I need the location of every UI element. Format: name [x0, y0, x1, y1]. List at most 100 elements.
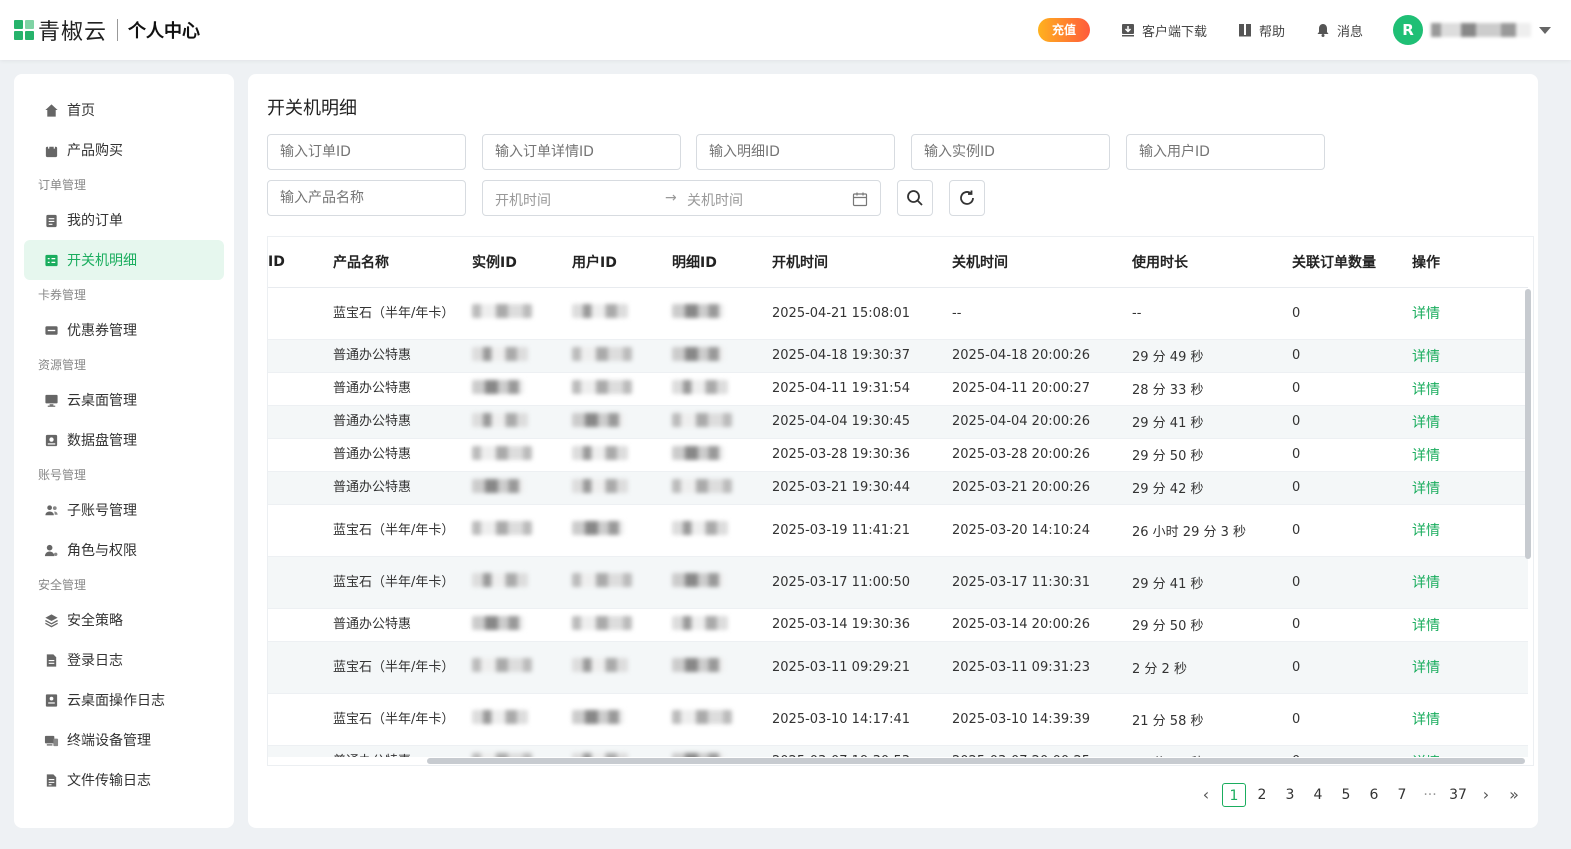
product-name-cell: 蓝宝石（半年/年卡） [333, 504, 472, 557]
sidebar-item-label: 我的订单 [67, 213, 123, 229]
detail-link[interactable]: 详情 [1412, 575, 1440, 591]
detail-link[interactable]: 详情 [1412, 448, 1440, 464]
duration-cell: 21 分 58 秒 [1132, 693, 1292, 746]
users-icon [45, 504, 58, 515]
sidebar-item-home[interactable]: 首页 [24, 90, 224, 130]
prev-page-icon[interactable]: ‹ [1192, 783, 1220, 807]
orders-count-cell: 0 [1292, 693, 1412, 746]
page-6[interactable]: 6 [1360, 783, 1388, 807]
detail-link[interactable]: 详情 [1412, 306, 1440, 322]
sidebar-item-devices[interactable]: 终端设备管理 [24, 720, 224, 760]
logo[interactable]: 青椒云 个人中心 [14, 16, 200, 45]
page-1[interactable]: 1 [1222, 783, 1246, 807]
download-client-link[interactable]: 客户端下载 [1120, 21, 1207, 40]
sidebar-item-file-log[interactable]: 文件传输日志 [24, 760, 224, 800]
recharge-button[interactable]: 充值 [1037, 18, 1090, 42]
product-name-cell: 普通办公特惠 [333, 471, 472, 505]
duration-cell: 29 分 41 秒 [1132, 405, 1292, 439]
horizontal-scrollbar[interactable] [427, 758, 1525, 764]
detail-id-redacted [672, 615, 728, 630]
detail-link[interactable]: 详情 [1412, 481, 1440, 497]
page-3[interactable]: 3 [1276, 783, 1304, 807]
date-range-picker[interactable]: 开机时间 → 关机时间 [482, 180, 881, 216]
sidebar-item-login-log[interactable]: 登录日志 [24, 640, 224, 680]
top-bar: 青椒云 个人中心 充值 客户端下载 帮助 消息 R [0, 0, 1571, 60]
detail-link[interactable]: 详情 [1412, 382, 1440, 398]
page-5[interactable]: 5 [1332, 783, 1360, 807]
logo-divider [117, 19, 119, 41]
monitor-icon [45, 394, 58, 407]
order-detail-id-input[interactable] [482, 134, 681, 170]
instance-id-redacted [472, 304, 532, 318]
start-time-cell: 2025-03-17 11:00:50 [772, 556, 952, 609]
username-redacted[interactable] [1431, 23, 1531, 37]
detail-link[interactable]: 详情 [1412, 660, 1440, 676]
col-detail: 明细ID [672, 237, 772, 288]
book-icon [1238, 24, 1251, 37]
sidebar-item-coupons[interactable]: 优惠券管理 [24, 310, 224, 350]
sidebar-item-policy[interactable]: 安全策略 [24, 600, 224, 640]
orders-count-cell: 0 [1292, 641, 1412, 694]
instance-id-redacted [472, 412, 528, 427]
vertical-scrollbar[interactable] [1525, 289, 1531, 559]
start-time-placeholder[interactable]: 开机时间 [495, 190, 551, 210]
sidebar-item-desktop[interactable]: 云桌面管理 [24, 380, 224, 420]
detail-link[interactable]: 详情 [1412, 415, 1440, 431]
end-time-cell: 2025-03-14 20:00:26 [952, 608, 1132, 642]
sidebar-item-power-detail[interactable]: 开关机明细 [24, 240, 224, 280]
sidebar-group-security: 安全管理 [38, 578, 87, 592]
detail-id-redacted [672, 573, 724, 587]
download-icon [1121, 24, 1134, 37]
instance-id-redacted [472, 445, 532, 460]
avatar[interactable]: R [1393, 15, 1423, 45]
detail-link[interactable]: 详情 [1412, 523, 1440, 539]
search-button[interactable] [897, 180, 933, 216]
detail-link[interactable]: 详情 [1412, 349, 1440, 365]
reset-button[interactable] [949, 180, 985, 216]
calendar-icon[interactable] [852, 191, 868, 207]
table-row: 普通办公特惠 2025-04-18 19:30:37 2025-04-18 20… [268, 339, 1528, 373]
last-page-icon[interactable]: » [1500, 783, 1528, 807]
table-row: 普通办公特惠 2025-03-21 19:30:44 2025-03-21 20… [268, 471, 1528, 505]
page-last[interactable]: 37 [1444, 783, 1472, 807]
user-id-redacted [572, 710, 624, 724]
detail-id-input[interactable] [696, 134, 895, 170]
duration-cell: 26 小时 29 分 3 秒 [1132, 504, 1292, 557]
orders-count-cell: 0 [1292, 556, 1412, 609]
user-id-input[interactable] [1126, 134, 1325, 170]
help-link[interactable]: 帮助 [1237, 21, 1285, 40]
sidebar-item-op-log[interactable]: 云桌面操作日志 [24, 680, 224, 720]
page-4[interactable]: 4 [1304, 783, 1332, 807]
table-row: 蓝宝石（半年/年卡） 2025-04-21 15:08:01 -- -- 0 详… [268, 287, 1528, 340]
page-7[interactable]: 7 [1388, 783, 1416, 807]
sidebar-item-roles[interactable]: 角色与权限 [24, 530, 224, 570]
sidebar-item-subaccounts[interactable]: 子账号管理 [24, 490, 224, 530]
order-id-input[interactable] [267, 134, 466, 170]
product-name-cell: 普通办公特惠 [333, 608, 472, 642]
sidebar-item-my-orders[interactable]: 我的订单 [24, 200, 224, 240]
detail-id-redacted [672, 304, 724, 318]
start-time-cell: 2025-03-14 19:30:36 [772, 608, 952, 642]
start-time-cell: 2025-03-21 19:30:44 [772, 471, 952, 505]
sidebar-item-label: 登录日志 [67, 653, 123, 669]
instance-id-input[interactable] [911, 134, 1110, 170]
next-page-icon[interactable]: › [1472, 783, 1500, 807]
user-id-redacted [572, 573, 632, 587]
end-time-placeholder[interactable]: 关机时间 [687, 190, 743, 210]
messages-link[interactable]: 消息 [1315, 21, 1363, 40]
detail-link[interactable]: 详情 [1412, 618, 1440, 634]
detail-link[interactable]: 详情 [1412, 712, 1440, 728]
page-2[interactable]: 2 [1248, 783, 1276, 807]
home-icon [45, 103, 58, 117]
page-ellipsis[interactable]: ··· [1416, 783, 1444, 807]
sidebar-item-buy[interactable]: 产品购买 [24, 130, 224, 170]
table-row: 普通办公特惠 2025-03-14 19:30:36 2025-03-14 20… [268, 608, 1528, 642]
start-time-cell: 2025-04-21 15:08:01 [772, 287, 952, 340]
product-name-input[interactable] [267, 180, 466, 216]
sidebar-item-label: 文件传输日志 [67, 773, 151, 789]
product-name-cell: 蓝宝石（半年/年卡） [333, 556, 472, 609]
sidebar-item-disk[interactable]: 数据盘管理 [24, 420, 224, 460]
end-time-cell: 2025-03-17 11:30:31 [952, 556, 1132, 609]
chevron-down-icon[interactable] [1539, 26, 1551, 34]
user-id-redacted [572, 478, 628, 493]
